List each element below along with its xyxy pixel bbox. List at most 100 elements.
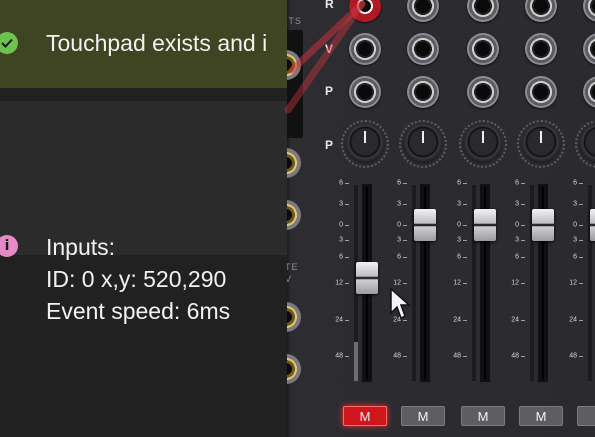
scale-tick bbox=[403, 240, 407, 241]
scale-tick-label: 12 bbox=[569, 279, 577, 287]
scale-tick-label: 3 bbox=[457, 236, 461, 244]
fader-scale: 6 3 0 3 6 12 24 48 bbox=[499, 0, 525, 437]
scale-tick-label: 48 bbox=[453, 352, 461, 360]
scale-tick bbox=[345, 183, 349, 184]
scale-tick-label: 24 bbox=[453, 316, 461, 324]
scale-tick bbox=[521, 225, 525, 226]
side-jack[interactable] bbox=[287, 302, 301, 332]
scale-tick-label: 48 bbox=[569, 352, 577, 360]
notification-touchpad[interactable]: Touchpad exists and i bbox=[0, 0, 287, 88]
scale-tick bbox=[521, 283, 525, 284]
jack-socket[interactable] bbox=[467, 76, 499, 108]
jack-socket[interactable] bbox=[525, 0, 557, 22]
jack-socket[interactable] bbox=[407, 33, 439, 65]
jack-socket[interactable] bbox=[467, 0, 499, 22]
volume-fader[interactable] bbox=[356, 262, 378, 294]
side-jack[interactable] bbox=[287, 354, 301, 384]
notification-line-speed: Event speed: 6ms bbox=[46, 298, 231, 324]
scale-tick bbox=[521, 183, 525, 184]
scale-tick-label: 24 bbox=[569, 316, 577, 324]
scale-tick bbox=[579, 183, 583, 184]
scale-tick-label: 6 bbox=[457, 253, 461, 261]
scale-tick bbox=[521, 240, 525, 241]
scale-tick-label: 3 bbox=[339, 236, 343, 244]
notification-panel: Touchpad exists and i i Inputs: ID: 0 x,… bbox=[0, 0, 287, 437]
scale-tick-label: 12 bbox=[453, 279, 461, 287]
scale-tick-label: 6 bbox=[339, 253, 343, 261]
pan-knob[interactable] bbox=[459, 120, 507, 168]
scale-tick bbox=[579, 257, 583, 258]
scale-tick-label: 3 bbox=[397, 236, 401, 244]
scale-tick bbox=[345, 356, 349, 357]
scale-tick-label: 48 bbox=[335, 352, 343, 360]
pan-knob[interactable] bbox=[517, 120, 565, 168]
jack-socket[interactable] bbox=[583, 0, 595, 22]
volume-fader[interactable] bbox=[590, 209, 595, 241]
volume-fader[interactable] bbox=[414, 209, 436, 241]
scale-tick bbox=[579, 356, 583, 357]
scale-tick bbox=[579, 283, 583, 284]
jack-socket[interactable] bbox=[467, 33, 499, 65]
knob-pointer bbox=[364, 131, 366, 143]
scale-tick-label: 6 bbox=[339, 179, 343, 187]
scale-tick-label: 24 bbox=[335, 316, 343, 324]
fader-scale: 6 3 0 3 6 12 24 48 bbox=[441, 0, 467, 437]
scale-tick bbox=[579, 240, 583, 241]
volume-fader[interactable] bbox=[532, 209, 554, 241]
scale-tick bbox=[579, 204, 583, 205]
pan-knob[interactable] bbox=[399, 120, 447, 168]
pan-knob[interactable] bbox=[341, 120, 389, 168]
knob-pointer bbox=[540, 131, 542, 143]
scale-tick-label: 6 bbox=[397, 179, 401, 187]
scale-tick bbox=[521, 204, 525, 205]
scale-tick-label: 3 bbox=[457, 200, 461, 208]
scale-tick bbox=[345, 320, 349, 321]
jack-socket[interactable] bbox=[525, 76, 557, 108]
scale-tick-label: 0 bbox=[397, 221, 401, 229]
notification-line-coords: ID: 0 x,y: 520,290 bbox=[46, 266, 227, 292]
scale-tick-label: 48 bbox=[393, 352, 401, 360]
scale-tick bbox=[521, 356, 525, 357]
side-jack[interactable] bbox=[287, 148, 301, 178]
scale-tick bbox=[579, 320, 583, 321]
scale-tick-label: 3 bbox=[397, 200, 401, 208]
scale-tick bbox=[521, 320, 525, 321]
check-circle-icon bbox=[0, 32, 18, 54]
scale-tick-label: 6 bbox=[515, 253, 519, 261]
scale-tick-label: 3 bbox=[515, 200, 519, 208]
knob-pointer bbox=[482, 131, 484, 143]
scale-tick bbox=[463, 320, 467, 321]
scale-tick-label: 12 bbox=[393, 279, 401, 287]
scale-tick-label: 6 bbox=[573, 253, 577, 261]
knob-pointer bbox=[422, 131, 424, 143]
scale-tick-label: 12 bbox=[335, 279, 343, 287]
scale-tick-label: 24 bbox=[511, 316, 519, 324]
scale-tick bbox=[463, 204, 467, 205]
scale-tick-label: 3 bbox=[339, 200, 343, 208]
jack-socket[interactable] bbox=[583, 76, 595, 108]
notification-inputs[interactable]: i Inputs: ID: 0 x,y: 520,290 Event speed… bbox=[0, 101, 287, 324]
scale-tick bbox=[521, 257, 525, 258]
scale-tick-label: 0 bbox=[515, 221, 519, 229]
mute-button[interactable]: M bbox=[401, 406, 445, 426]
scale-tick-label: 0 bbox=[339, 221, 343, 229]
edge-label-middle: TE bbox=[287, 262, 299, 272]
scale-tick bbox=[463, 240, 467, 241]
scale-tick bbox=[403, 225, 407, 226]
jack-socket[interactable] bbox=[407, 0, 439, 22]
info-icon: i bbox=[0, 235, 18, 257]
scale-tick-label: 3 bbox=[515, 236, 519, 244]
scale-tick-label: 3 bbox=[573, 200, 577, 208]
jack-socket[interactable] bbox=[525, 33, 557, 65]
mouse-cursor-icon bbox=[390, 287, 411, 320]
side-jack[interactable] bbox=[287, 200, 301, 230]
scale-tick bbox=[403, 257, 407, 258]
scale-tick bbox=[463, 257, 467, 258]
jack-socket[interactable] bbox=[407, 76, 439, 108]
mute-button[interactable] bbox=[577, 406, 595, 426]
volume-fader[interactable] bbox=[474, 209, 496, 241]
scale-tick bbox=[345, 257, 349, 258]
scale-tick bbox=[463, 356, 467, 357]
scale-tick bbox=[463, 283, 467, 284]
jack-socket[interactable] bbox=[583, 33, 595, 65]
